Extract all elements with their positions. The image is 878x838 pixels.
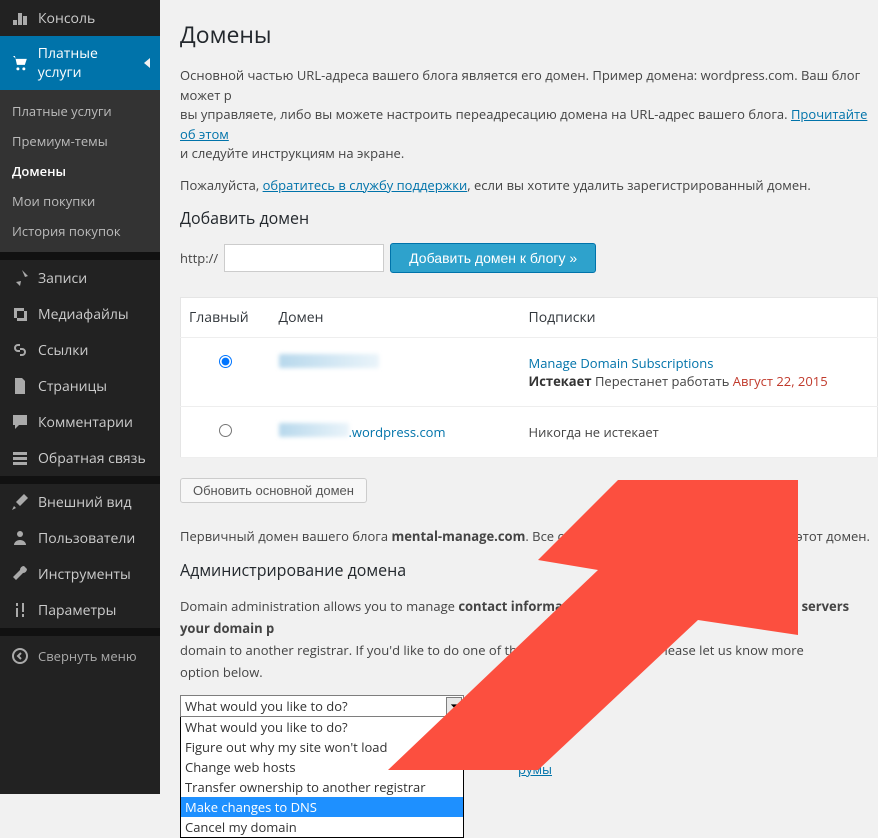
admin-heading: Администрирование домена bbox=[180, 559, 878, 581]
comment-icon bbox=[10, 412, 30, 432]
primary-radio-2[interactable] bbox=[219, 424, 232, 437]
feedback-icon bbox=[10, 448, 30, 468]
menu-label: Страницы bbox=[38, 377, 107, 396]
submenu-my-purchases[interactable]: Мои покупки bbox=[0, 186, 160, 216]
menu-label: Ссылки bbox=[38, 341, 88, 360]
select-option[interactable]: What would you like to do? bbox=[181, 717, 463, 737]
table-row: Manage Domain Subscriptions Истекает Пер… bbox=[181, 338, 878, 407]
menu-label: Пользователи bbox=[38, 529, 135, 548]
domain-cell-2: .wordpress.com bbox=[271, 407, 521, 458]
http-prefix: http:// bbox=[180, 249, 218, 267]
select-option[interactable]: Cancel my domain bbox=[181, 817, 463, 837]
support-paragraph: Пожалуйста, обратитесь в службу поддержк… bbox=[180, 176, 878, 196]
add-domain-button[interactable]: Добавить домен к блогу » bbox=[390, 243, 596, 273]
select-option[interactable]: Change web hosts bbox=[181, 757, 463, 777]
menu-label: Записи bbox=[38, 269, 87, 288]
collapse-label: Свернуть меню bbox=[38, 647, 137, 665]
menu-paid-services[interactable]: Платные услуги bbox=[0, 36, 160, 90]
redacted-domain bbox=[279, 423, 349, 437]
domain-cell-1 bbox=[271, 338, 521, 407]
settings-icon bbox=[10, 600, 30, 620]
menu-media[interactable]: Медиафайлы bbox=[0, 296, 160, 332]
menu-feedback[interactable]: Обратная связь bbox=[0, 440, 160, 476]
th-subscriptions: Подписки bbox=[521, 298, 878, 338]
menu-users[interactable]: Пользователи bbox=[0, 520, 160, 556]
menu-console[interactable]: Консоль bbox=[0, 0, 160, 36]
admin-paragraph: Domain administration allows you to mana… bbox=[180, 595, 878, 683]
submenu-paid-services[interactable]: Платные услуги bbox=[0, 96, 160, 126]
menu-label: Обратная связь bbox=[38, 449, 146, 468]
menu-pages[interactable]: Страницы bbox=[0, 368, 160, 404]
user-icon bbox=[10, 528, 30, 548]
page-icon bbox=[10, 376, 30, 396]
redacted-domain bbox=[279, 354, 379, 368]
menu-label: Параметры bbox=[38, 601, 116, 620]
domains-table: Главный Домен Подписки Manage Domain Sub… bbox=[180, 297, 878, 458]
menu-appearance[interactable]: Внешний вид bbox=[0, 484, 160, 520]
link-icon bbox=[10, 340, 30, 360]
collapse-icon bbox=[10, 646, 30, 666]
intro-paragraph: Основной частью URL-адреса вашего блога … bbox=[180, 66, 878, 164]
subs-cell-1: Manage Domain Subscriptions Истекает Пер… bbox=[521, 338, 878, 407]
forums-link-fragment[interactable]: румы bbox=[518, 760, 552, 778]
add-domain-heading: Добавить домен bbox=[180, 207, 878, 229]
media-icon bbox=[10, 304, 30, 324]
main-content: Домены Основной частью URL-адреса вашего… bbox=[160, 0, 878, 794]
submenu-purchase-history[interactable]: История покупок bbox=[0, 216, 160, 246]
dashboard-icon bbox=[10, 8, 30, 28]
menu-comments[interactable]: Комментарии bbox=[0, 404, 160, 440]
select-option[interactable]: Figure out why my site won't load bbox=[181, 737, 463, 757]
th-primary: Главный bbox=[181, 298, 271, 338]
submenu-domains[interactable]: Домены bbox=[0, 156, 160, 186]
cart-icon bbox=[10, 53, 30, 73]
manage-subscriptions-link[interactable]: Manage Domain Subscriptions bbox=[529, 354, 714, 372]
menu-posts[interactable]: Записи bbox=[0, 260, 160, 296]
table-row: .wordpress.com Никогда не истекает bbox=[181, 407, 878, 458]
menu-settings[interactable]: Параметры bbox=[0, 592, 160, 628]
pin-icon bbox=[10, 268, 30, 288]
menu-label: Медиафайлы bbox=[38, 305, 129, 324]
support-link[interactable]: обратитесь в службу поддержки bbox=[263, 176, 468, 194]
submenu-paid: Платные услуги Премиум-темы Домены Мои п… bbox=[0, 90, 160, 252]
select-option[interactable]: Make changes to DNS bbox=[181, 797, 463, 817]
select-options: What would you like to do?Figure out why… bbox=[180, 717, 464, 838]
wrench-icon bbox=[10, 564, 30, 584]
menu-label: Инструменты bbox=[38, 565, 131, 584]
collapse-menu[interactable]: Свернуть меню bbox=[0, 636, 160, 676]
menu-label: Внешний вид bbox=[38, 493, 132, 512]
menu-label: Консоль bbox=[38, 9, 95, 28]
select-value: What would you like to do? bbox=[185, 697, 348, 715]
add-domain-row: http:// Добавить домен к блогу » bbox=[180, 243, 878, 273]
admin-sidebar: Консоль Платные услуги Платные услуги Пр… bbox=[0, 0, 160, 794]
active-arrow-icon bbox=[144, 58, 150, 68]
primary-domain-line: Первичный домен вашего блога mental-mana… bbox=[180, 527, 878, 547]
action-select[interactable]: What would you like to do? bbox=[180, 695, 464, 717]
update-primary-button[interactable]: Обновить основной домен bbox=[180, 478, 367, 503]
expire-date: Август 22, 2015 bbox=[733, 372, 828, 390]
menu-links[interactable]: Ссылки bbox=[0, 332, 160, 368]
page-title: Домены bbox=[180, 18, 878, 50]
menu-tools[interactable]: Инструменты bbox=[0, 556, 160, 592]
action-select-wrap: What would you like to do? What would yo… bbox=[180, 695, 464, 838]
brush-icon bbox=[10, 492, 30, 512]
primary-radio-1[interactable] bbox=[219, 355, 232, 368]
submenu-premium-themes[interactable]: Премиум-темы bbox=[0, 126, 160, 156]
th-domain: Домен bbox=[271, 298, 521, 338]
menu-label: Комментарии bbox=[38, 413, 133, 432]
menu-label: Платные услуги bbox=[38, 44, 144, 82]
wp-domain-link[interactable]: .wordpress.com bbox=[349, 423, 446, 441]
subs-cell-2: Никогда не истекает bbox=[521, 407, 878, 458]
dropdown-button-icon[interactable] bbox=[446, 697, 462, 715]
domain-input[interactable] bbox=[224, 244, 384, 272]
